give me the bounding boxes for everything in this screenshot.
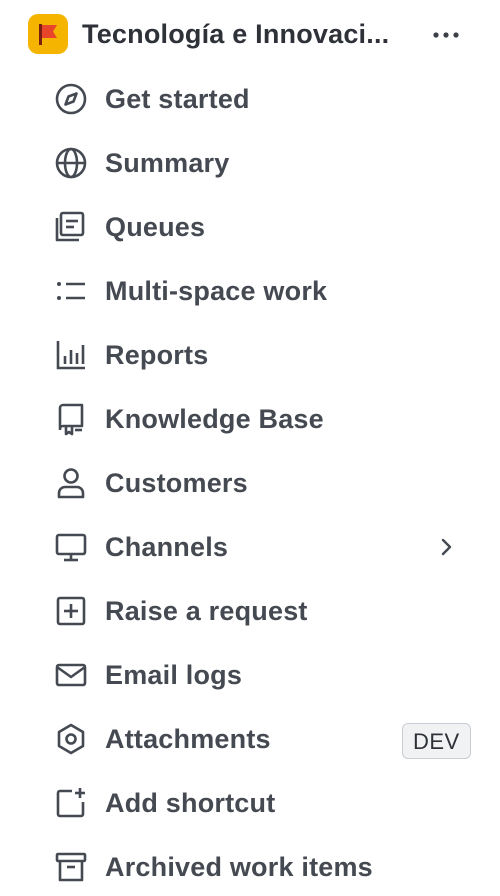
sidebar-item-label: Attachments xyxy=(105,724,271,754)
plus-square-icon xyxy=(54,594,88,628)
monitor-icon xyxy=(54,530,88,564)
sidebar-item-label: Reports xyxy=(105,340,209,370)
chevron-right-icon[interactable] xyxy=(432,532,462,562)
sidebar-nav: Get started Summary Queues Multi-space w… xyxy=(0,66,500,896)
list-icon xyxy=(54,274,88,308)
sidebar-item-label: Email logs xyxy=(105,660,243,690)
space-header[interactable]: Tecnología e Innovaci... xyxy=(0,0,500,72)
person-icon xyxy=(54,466,88,500)
sidebar-item-multi-space-work[interactable]: Multi-space work xyxy=(0,258,500,322)
sidebar-item-label: Archived work items xyxy=(105,852,373,882)
sidebar-item-label: Knowledge Base xyxy=(105,404,324,434)
sidebar-item-label: Customers xyxy=(105,468,248,498)
sidebar-item-label: Raise a request xyxy=(105,596,308,626)
envelope-icon xyxy=(54,658,88,692)
more-horizontal-icon xyxy=(433,32,459,38)
archive-icon xyxy=(54,850,88,884)
sidebar-item-label: Multi-space work xyxy=(105,276,328,306)
sidebar-item-queues[interactable]: Queues xyxy=(0,194,500,258)
sidebar-item-summary[interactable]: Summary xyxy=(0,130,500,194)
sidebar-item-channels[interactable]: Channels xyxy=(0,514,500,578)
add-shortcut-icon xyxy=(54,786,88,820)
sidebar-item-label: Add shortcut xyxy=(105,788,276,818)
sidebar-item-raise-a-request[interactable]: Raise a request xyxy=(0,578,500,642)
globe-icon xyxy=(54,146,88,180)
sidebar-item-reports[interactable]: Reports xyxy=(0,322,500,386)
flag-icon xyxy=(39,24,57,45)
space-title: Tecnología e Innovaci... xyxy=(82,19,390,49)
queues-icon xyxy=(54,210,88,244)
sidebar-item-knowledge-base[interactable]: Knowledge Base xyxy=(0,386,500,450)
bar-chart-icon xyxy=(54,338,88,372)
sidebar-item-attachments[interactable]: Attachments DEV xyxy=(0,706,500,770)
sidebar-item-label: Get started xyxy=(105,84,250,114)
sidebar-item-label: Channels xyxy=(105,532,229,562)
sidebar-item-label: Queues xyxy=(105,212,206,242)
more-options-button[interactable] xyxy=(424,18,468,52)
hexagon-icon xyxy=(54,722,88,756)
sidebar-item-archived-work-items[interactable]: Archived work items xyxy=(0,834,500,896)
sidebar-item-customers[interactable]: Customers xyxy=(0,450,500,514)
book-icon xyxy=(54,402,88,436)
compass-icon xyxy=(54,82,88,116)
sidebar-item-email-logs[interactable]: Email logs xyxy=(0,642,500,706)
project-sidebar: Tecnología e Innovaci... Get started Sum… xyxy=(0,0,500,896)
space-avatar xyxy=(28,14,68,54)
sidebar-item-get-started[interactable]: Get started xyxy=(0,66,500,130)
sidebar-item-add-shortcut[interactable]: Add shortcut xyxy=(0,770,500,834)
dev-badge: DEV xyxy=(402,723,471,759)
sidebar-item-label: Summary xyxy=(105,148,230,178)
